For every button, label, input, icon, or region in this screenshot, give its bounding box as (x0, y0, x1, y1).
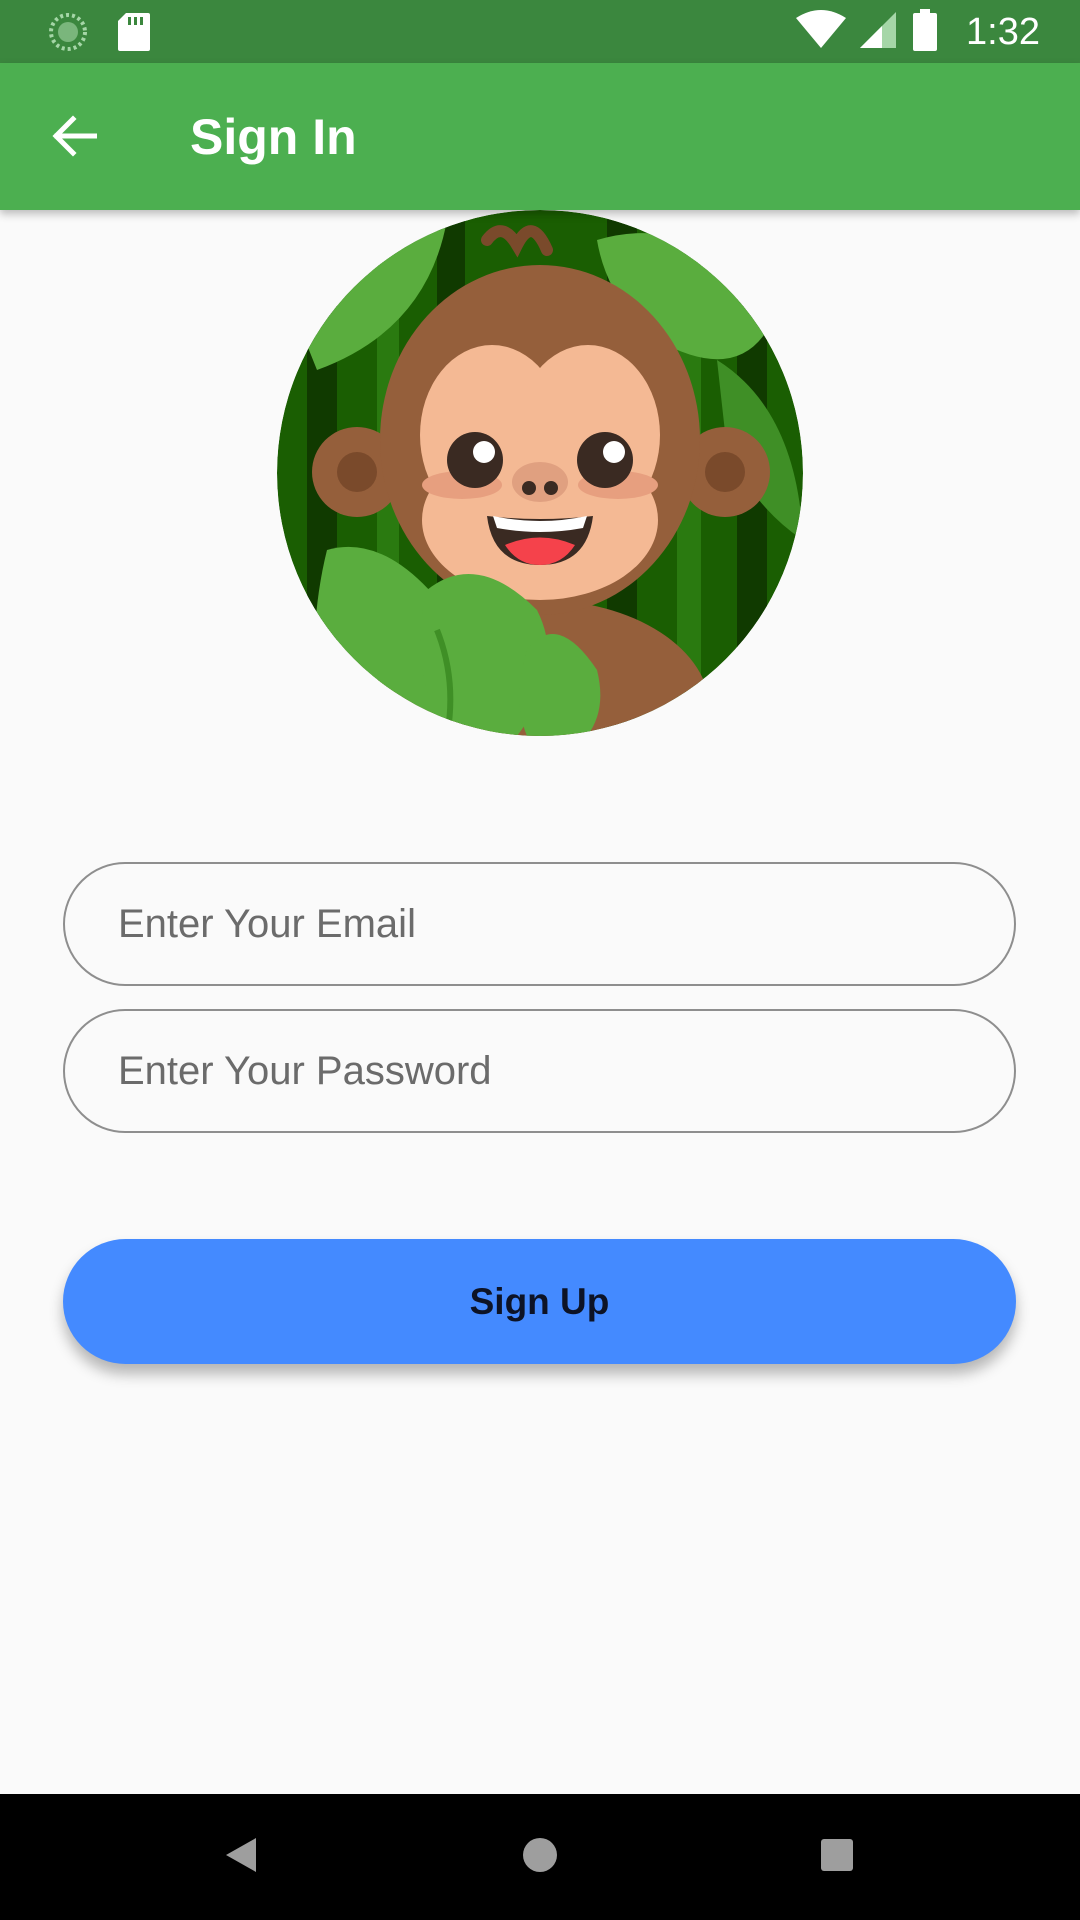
signal-icon (860, 10, 898, 55)
email-field[interactable] (65, 864, 1014, 984)
password-field-container (63, 1009, 1016, 1133)
navigation-bar (0, 1794, 1080, 1920)
sync-icon (48, 12, 88, 57)
status-time: 1:32 (966, 11, 1040, 53)
wifi-icon (796, 9, 847, 55)
nav-back-button[interactable] (206, 1822, 276, 1892)
page-title: Sign In (190, 109, 357, 165)
back-button[interactable] (34, 103, 114, 173)
arrow-back-icon (51, 114, 98, 162)
password-field[interactable] (65, 1011, 1014, 1131)
app-bar: Sign In (0, 63, 1080, 210)
nav-home-button[interactable] (505, 1822, 575, 1892)
sign-up-button[interactable]: Sign Up (63, 1239, 1016, 1364)
sd-card-icon (118, 13, 150, 56)
battery-icon (912, 8, 938, 56)
nav-back-icon (224, 1836, 258, 1879)
nav-home-icon (522, 1837, 558, 1878)
email-field-container (63, 862, 1016, 986)
nav-recents-icon (820, 1838, 854, 1877)
nav-recents-button[interactable] (802, 1822, 872, 1892)
monkey-avatar-image (277, 210, 803, 736)
status-bar: 1:32 (0, 0, 1080, 63)
